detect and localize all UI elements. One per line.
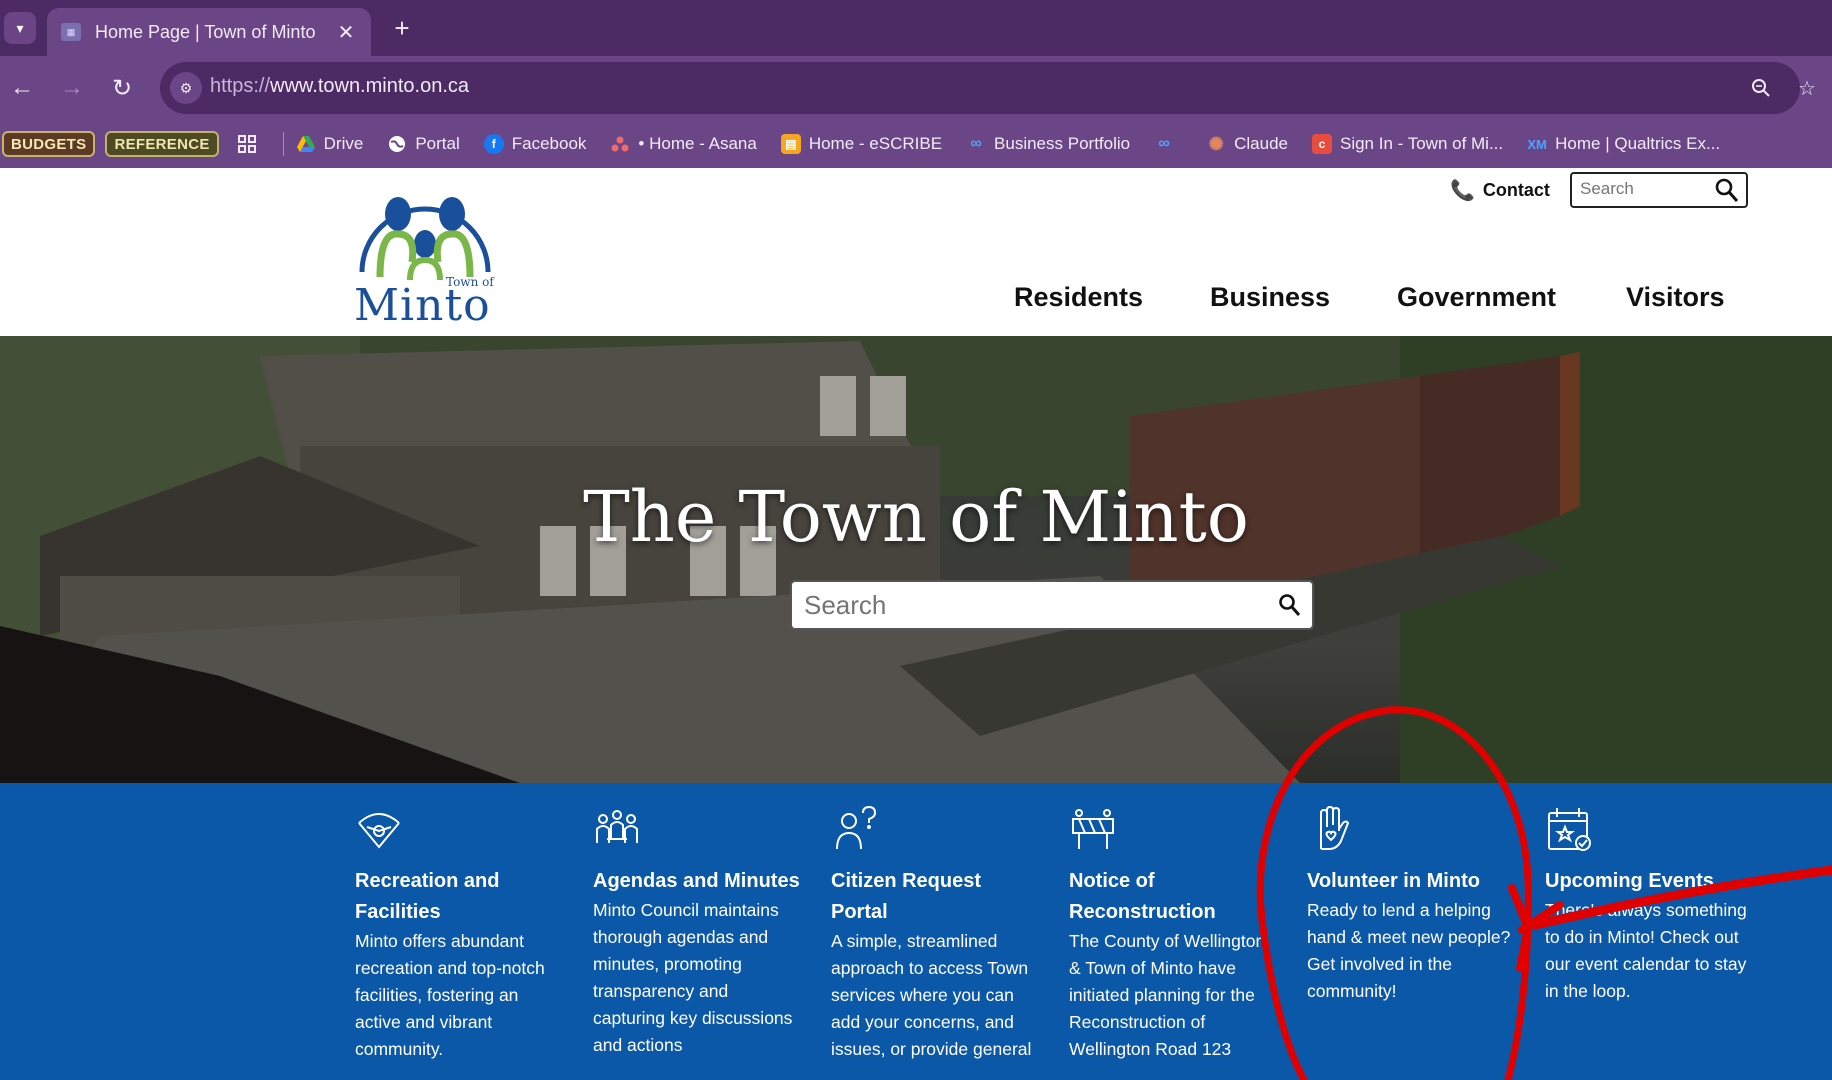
url-scheme: https:// — [210, 75, 271, 97]
card-recreation[interactable]: Recreation and Facilities Minto offers a… — [355, 805, 565, 1063]
reload-icon[interactable]: ↻ — [104, 70, 140, 106]
bookmark-qualtrics[interactable]: XM Home | Qualtrics Ex... — [1527, 134, 1720, 154]
claude-icon: ✺ — [1208, 133, 1224, 154]
bookmark-separator — [282, 132, 284, 156]
meeting-icon — [596, 810, 638, 843]
bookmark-label: Business Portfolio — [994, 134, 1131, 153]
card-title: Upcoming Events — [1545, 870, 1714, 892]
bookmark-asana[interactable]: • Home - Asana — [610, 134, 757, 154]
road-barrier-icon — [1072, 809, 1114, 849]
card-title: Agendas and Minutes — [593, 870, 800, 892]
town-of-minto-logo[interactable]: Town of Minto — [350, 172, 500, 332]
address-bar[interactable]: ⚙ https://www.town.minto.on.ca ☆ — [160, 62, 1816, 114]
url-text[interactable]: https://www.town.minto.on.ca — [210, 75, 469, 98]
card-agendas[interactable]: Agendas and Minutes Minto Council mainta… — [593, 805, 803, 1059]
bookmark-label: Drive — [323, 134, 364, 153]
nav-visitors[interactable]: Visitors — [1626, 282, 1725, 313]
card-citizen-request[interactable]: Citizen Request Portal A simple, streaml… — [831, 805, 1041, 1063]
quick-links-section: Recreation and Facilities Minto offers a… — [0, 783, 1832, 1080]
tab-close-icon[interactable]: ✕ — [335, 20, 357, 45]
phone-icon: 📞 — [1450, 180, 1475, 202]
bookmark-escribe[interactable]: ▤ Home - eSCRIBE — [780, 134, 943, 154]
asana-icon — [610, 134, 630, 154]
globe-icon — [387, 134, 407, 154]
bookmark-reference[interactable]: REFERENCE — [105, 131, 219, 157]
bookmark-portal[interactable]: Portal — [387, 134, 460, 154]
card-description: The County of Wellington & Town of Minto… — [1069, 931, 1266, 1059]
hero-search-icon[interactable] — [1278, 592, 1302, 623]
bookmark-label: Claude — [1234, 134, 1288, 153]
bookmark-label: Home - eSCRIBE — [808, 134, 943, 153]
card-title: Volunteer in Minto — [1307, 870, 1480, 892]
site-header: Town of Minto 📞 Contact Residents Busine… — [0, 168, 1832, 336]
helping-hand-icon — [1320, 805, 1350, 850]
card-description: There's always something to do in Minto!… — [1545, 900, 1747, 1001]
nav-business[interactable]: Business — [1210, 282, 1330, 313]
tab-title: Home Page | Town of Minto — [95, 21, 316, 42]
browser-toolbar: ← → ↻ ⚙ https://www.town.minto.on.ca ☆ — [0, 56, 1832, 120]
card-description: Ready to lend a helping hand & meet new … — [1307, 900, 1511, 1001]
bookmark-meta[interactable]: ∞ — [1154, 134, 1182, 154]
bookmarks-bar: BUDGETS REFERENCE Drive Portal f Facebook… — [0, 120, 1832, 168]
facebook-icon: f — [483, 134, 504, 154]
forward-arrow-icon[interactable]: → — [54, 70, 90, 106]
tab-favicon-icon: ▦ — [61, 23, 81, 41]
citizen-question-icon — [836, 805, 877, 850]
bookmark-label: • Home - Asana — [638, 134, 757, 153]
card-description: Minto offers abundant recreation and top… — [355, 931, 545, 1059]
contact-link[interactable]: 📞 Contact — [1450, 178, 1550, 203]
nav-residents[interactable]: Residents — [1014, 282, 1143, 313]
card-title: Notice of Reconstruction — [1069, 870, 1216, 923]
hero-banner: The Town of Minto — [0, 336, 1832, 783]
card-title: Citizen Request Portal — [831, 870, 982, 923]
bookmark-label: Portal — [415, 134, 460, 153]
tab-search-chevron-icon[interactable]: ▾ — [4, 12, 36, 44]
card-volunteer[interactable]: Volunteer in Minto Ready to lend a helpi… — [1307, 805, 1517, 1005]
hero-title: The Town of Minto — [583, 476, 1249, 558]
card-description: Minto Council maintains thorough agendas… — [593, 900, 793, 1055]
nav-government[interactable]: Government — [1397, 282, 1556, 313]
header-search-input[interactable] — [1580, 174, 1720, 204]
recreation-icon — [358, 813, 400, 849]
card-title: Recreation and Facilities — [355, 870, 500, 923]
hero-search-box — [790, 580, 1314, 630]
qualtrics-icon: XM — [1527, 136, 1547, 152]
card-notice-reconstruction[interactable]: Notice of Reconstruction The County of W… — [1069, 805, 1279, 1063]
meta-icon: ∞ — [1158, 135, 1170, 152]
hero-background-photo — [0, 336, 1832, 783]
bookmark-claude[interactable]: ✺ Claude — [1206, 134, 1288, 154]
bookmark-drive[interactable]: Drive — [296, 134, 364, 154]
logo-big-text: Minto — [354, 280, 491, 331]
hero-search-input[interactable] — [804, 582, 1274, 628]
meta-icon: ∞ — [970, 135, 982, 152]
active-tab[interactable]: ▦ Home Page | Town of Minto ✕ — [47, 8, 371, 56]
card-description: A simple, streamlined approach to access… — [831, 931, 1032, 1059]
zoom-icon[interactable] — [1746, 73, 1776, 103]
calendar-star-icon — [1548, 808, 1591, 851]
bookmark-label: Facebook — [511, 134, 587, 153]
back-arrow-icon[interactable]: ← — [4, 70, 40, 106]
bookmark-sign-in[interactable]: c Sign In - Town of Mi... — [1311, 134, 1504, 154]
search-icon[interactable] — [1714, 176, 1740, 209]
url-host: www.town.minto.on.ca — [270, 75, 470, 97]
bookmark-label: Home | Qualtrics Ex... — [1555, 134, 1721, 153]
signin-icon: c — [1311, 134, 1332, 154]
new-tab-button[interactable]: + — [386, 12, 418, 44]
card-upcoming-events[interactable]: Upcoming Events There's always something… — [1545, 805, 1755, 1005]
bookmark-business-portfolio[interactable]: ∞ Business Portfolio — [966, 134, 1130, 154]
escribe-icon: ▤ — [780, 134, 801, 154]
apps-grid-icon[interactable] — [235, 132, 259, 156]
site-info-icon[interactable]: ⚙ — [170, 72, 202, 104]
contact-label: Contact — [1482, 180, 1550, 200]
bookmark-label: Sign In - Town of Mi... — [1339, 134, 1504, 153]
drive-icon — [296, 134, 316, 154]
browser-tab-bar: ▾ ▦ Home Page | Town of Minto ✕ + — [0, 0, 1832, 56]
bookmark-facebook[interactable]: f Facebook — [483, 134, 587, 154]
bookmark-star-icon[interactable]: ☆ — [1792, 73, 1822, 103]
bookmark-budgets[interactable]: BUDGETS — [2, 131, 96, 157]
header-search-box — [1570, 172, 1748, 208]
